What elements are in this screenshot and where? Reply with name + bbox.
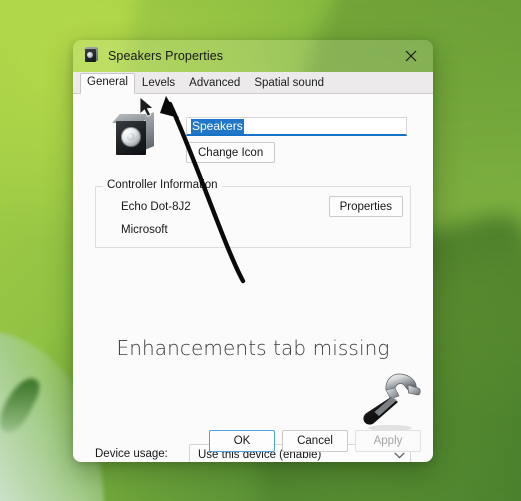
dialog-footer-buttons: OK Cancel Apply <box>209 430 421 452</box>
tab-levels[interactable]: Levels <box>135 74 182 94</box>
window-title: Speakers Properties <box>108 49 224 63</box>
hammer-icon <box>352 366 424 432</box>
chevron-down-icon <box>388 452 410 459</box>
device-name-value: Speakers <box>191 118 244 134</box>
ok-button[interactable]: OK <box>209 430 275 452</box>
cancel-button[interactable]: Cancel <box>282 430 348 452</box>
annotation-caption: Enhancements tab missing <box>116 336 390 360</box>
controller-information-group: Controller Information Echo Dot-8J2 Micr… <box>95 179 411 248</box>
speaker-device-icon <box>112 112 158 158</box>
speakers-properties-dialog: Speakers Properties General Levels Advan… <box>73 40 433 462</box>
tab-spatial-sound[interactable]: Spatial sound <box>247 74 331 94</box>
device-usage-label: Device usage: <box>95 448 168 460</box>
properties-button[interactable]: Properties <box>328 196 403 217</box>
change-icon-button[interactable]: Change Icon <box>186 142 276 163</box>
speaker-icon <box>83 47 100 64</box>
tab-strip: General Levels Advanced Spatial sound <box>73 72 433 94</box>
device-identity-row: Speakers Change Icon <box>73 104 433 176</box>
dialog-titlebar: Speakers Properties <box>73 40 433 72</box>
desktop-wallpaper: Speakers Properties General Levels Advan… <box>0 0 521 501</box>
general-tab-panel: Speakers Change Icon Controller Informat… <box>73 94 433 462</box>
controller-name: Echo Dot-8J2 <box>121 201 191 213</box>
device-name-input[interactable]: Speakers <box>186 117 407 136</box>
controller-manufacturer: Microsoft <box>121 224 168 236</box>
close-icon[interactable] <box>389 40 433 72</box>
tab-advanced[interactable]: Advanced <box>182 74 247 94</box>
apply-button: Apply <box>355 430 421 452</box>
tab-general[interactable]: General <box>80 73 135 94</box>
controller-information-label: Controller Information <box>103 179 222 191</box>
